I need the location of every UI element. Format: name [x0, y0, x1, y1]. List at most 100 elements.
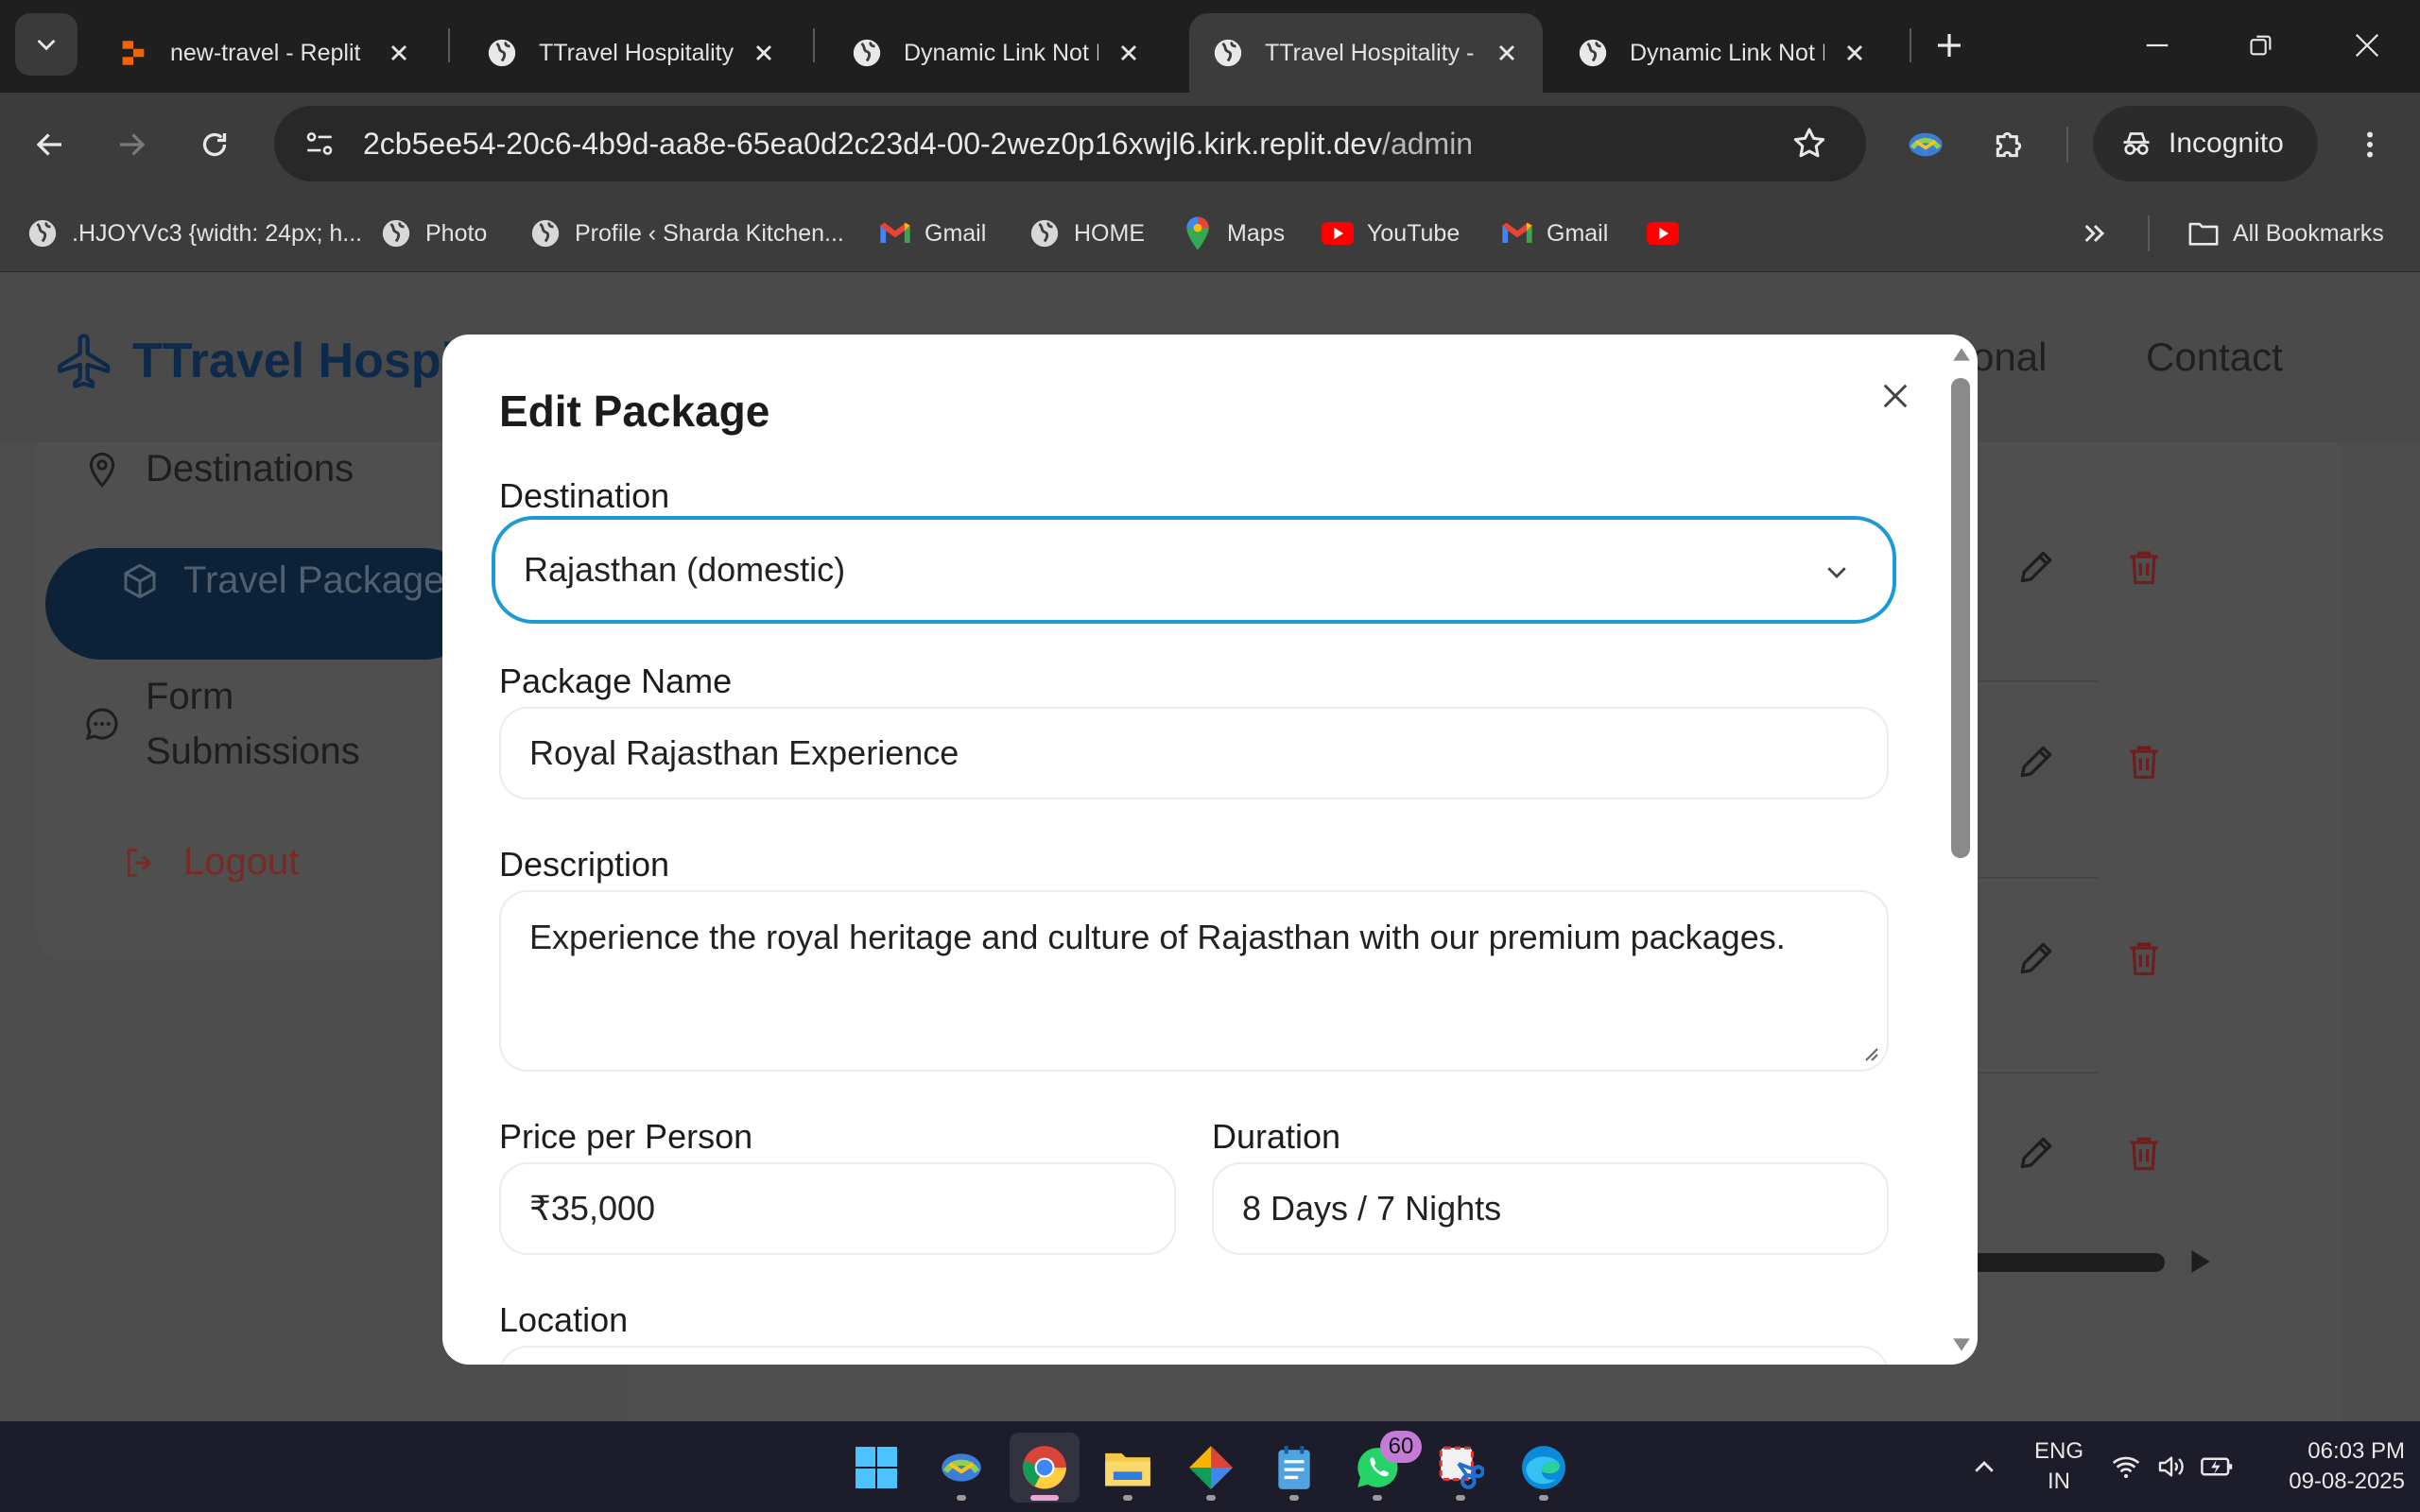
duration-value: 8 Days / 7 Nights [1242, 1189, 1502, 1228]
description-textarea[interactable]: Experience the royal heritage and cultur… [499, 890, 1889, 1072]
sidebar-item-destinations[interactable]: Destinations [81, 448, 354, 490]
close-icon[interactable] [386, 40, 412, 66]
bookmark-star-icon[interactable] [1790, 125, 1828, 163]
bookmarks-overflow-button[interactable] [2080, 212, 2110, 255]
new-tab-button[interactable] [1925, 21, 1974, 70]
volume-icon[interactable] [2155, 1452, 2187, 1482]
tab-dynamic-link-1[interactable]: Dynamic Link Not Fo [828, 13, 1165, 93]
bookmark-home[interactable]: HOME [1028, 212, 1145, 255]
taskbar-edge[interactable] [1509, 1433, 1579, 1503]
bookmark-youtube[interactable]: YouTube [1322, 212, 1460, 255]
bookmark-maps[interactable]: Maps [1182, 212, 1285, 255]
extension-button[interactable] [1900, 119, 1951, 170]
bookmark-label: HOME [1074, 219, 1145, 247]
battery-charging-icon[interactable] [2201, 1452, 2235, 1482]
minimize-button[interactable] [2133, 21, 2182, 70]
price-value: ₹35,000 [529, 1189, 656, 1228]
chrome-icon [1023, 1446, 1066, 1489]
taskbar-notepad[interactable] [1259, 1433, 1329, 1503]
modal-scrollbar-thumb[interactable] [1951, 378, 1970, 858]
bookmark-hjoyvc3[interactable]: .HJOYVc3 {width: 24px; h... [26, 212, 362, 255]
site-brand[interactable]: TTravel Hospi [55, 331, 455, 391]
taskbar-app-diamond[interactable] [1176, 1433, 1246, 1503]
running-indicator [1373, 1495, 1382, 1501]
sidebar-item-travel-packages[interactable]: Travel Package [119, 559, 444, 602]
restore-button[interactable] [2237, 21, 2286, 70]
replit-icon [122, 41, 145, 65]
close-icon[interactable] [1841, 40, 1868, 66]
url-text[interactable]: 2cb5ee54-20c6-4b9d-aa8e-65ea0d2c23d4-00-… [363, 127, 1473, 162]
bookmark-gmail-1[interactable]: Gmail [879, 212, 986, 255]
tab-title: TTravel Hospitality - [539, 39, 734, 66]
tab-new-travel-replit[interactable]: new-travel - Replit [95, 13, 435, 93]
start-button[interactable] [841, 1433, 911, 1503]
taskbar-chrome[interactable] [1010, 1433, 1080, 1503]
running-indicator [1206, 1495, 1216, 1501]
trash-icon[interactable] [2123, 741, 2165, 782]
close-icon[interactable] [1494, 40, 1520, 66]
trash-icon[interactable] [2123, 546, 2165, 588]
resize-grip-icon[interactable] [1860, 1043, 1879, 1062]
price-input[interactable]: ₹35,000 [499, 1162, 1176, 1255]
back-button[interactable] [25, 119, 76, 170]
all-bookmarks-label: All Bookmarks [2233, 219, 2384, 247]
forward-button[interactable] [106, 119, 157, 170]
tab-dynamic-link-2[interactable]: Dynamic Link Not Fo [1554, 13, 1891, 93]
tray-overflow-chevron-icon[interactable] [1970, 1453, 1998, 1482]
location-input[interactable] [499, 1346, 1889, 1365]
edit-icon[interactable] [2015, 1132, 2057, 1174]
site-info-icon[interactable] [299, 123, 340, 164]
scroll-down-arrow-icon[interactable] [1951, 1336, 1972, 1353]
trash-icon[interactable] [2123, 937, 2165, 979]
tab-ttravel-active[interactable]: TTravel Hospitality - [1189, 13, 1543, 93]
taskbar-idm[interactable] [926, 1433, 996, 1503]
edit-icon[interactable] [2015, 937, 2057, 979]
bookmark-label: YouTube [1367, 219, 1461, 247]
trash-icon[interactable] [2123, 1132, 2165, 1174]
scroll-right-arrow-icon[interactable] [2189, 1247, 2212, 1276]
bookmark-label: Gmail [925, 219, 987, 247]
language-indicator[interactable]: ENG IN [2029, 1436, 2089, 1497]
browser-menu-button[interactable] [2344, 119, 2395, 170]
wifi-icon[interactable] [2110, 1452, 2142, 1482]
taskbar-whatsapp[interactable]: 60 [1342, 1431, 1422, 1503]
incognito-indicator[interactable]: Incognito [2093, 106, 2318, 181]
taskbar-file-explorer[interactable] [1093, 1433, 1163, 1503]
scroll-up-arrow-icon[interactable] [1951, 346, 1972, 363]
bookmarks-divider [2148, 215, 2150, 251]
plus-icon [1938, 34, 1961, 57]
sidebar-item-logout[interactable]: Logout [119, 841, 299, 884]
logout-icon [119, 842, 161, 884]
incognito-icon [2123, 132, 2150, 155]
package-name-input[interactable]: Royal Rajasthan Experience [499, 707, 1889, 799]
gmail-icon [1501, 217, 1533, 249]
sidebar-item-form-submissions[interactable]: Form Submissions [81, 669, 360, 779]
edit-icon[interactable] [2015, 546, 2057, 588]
chevron-down-icon [38, 40, 55, 51]
description-value: Experience the royal heritage and cultur… [529, 918, 1786, 956]
tab-ttravel-1[interactable]: TTravel Hospitality - [463, 13, 800, 93]
close-icon[interactable] [1115, 40, 1142, 66]
close-window-button[interactable] [2342, 21, 2392, 70]
reload-button[interactable] [189, 119, 240, 170]
bookmark-youtube-2[interactable] [1647, 212, 1692, 255]
all-bookmarks-button[interactable]: All Bookmarks [2187, 212, 2384, 255]
taskbar-snipping-tool[interactable] [1426, 1433, 1495, 1503]
description-label: Description [499, 845, 670, 884]
nav-link-international[interactable]: onal [1972, 335, 2047, 380]
clock[interactable]: 06:03 PM 09-08-2025 [2257, 1436, 2405, 1497]
nav-link-contact[interactable]: Contact [2146, 335, 2283, 380]
modal-close-button[interactable] [1870, 370, 1921, 421]
address-bar[interactable]: 2cb5ee54-20c6-4b9d-aa8e-65ea0d2c23d4-00-… [274, 106, 1866, 181]
destination-select[interactable]: Rajasthan (domestic) [492, 516, 1896, 624]
tab-search-button[interactable] [15, 13, 78, 76]
close-icon[interactable] [751, 40, 777, 66]
box-icon [119, 560, 161, 602]
bookmark-gmail-2[interactable]: Gmail [1501, 212, 1608, 255]
bookmark-profile-sharda[interactable]: Profile ‹ Sharda Kitchen... [529, 212, 844, 255]
duration-input[interactable]: 8 Days / 7 Nights [1212, 1162, 1889, 1255]
bookmark-photo[interactable]: Photo [380, 212, 487, 255]
edit-icon[interactable] [2015, 741, 2057, 782]
tab-strip: new-travel - Replit TTravel Hospitality … [0, 0, 2420, 93]
extensions-menu-button[interactable] [1983, 119, 2034, 170]
